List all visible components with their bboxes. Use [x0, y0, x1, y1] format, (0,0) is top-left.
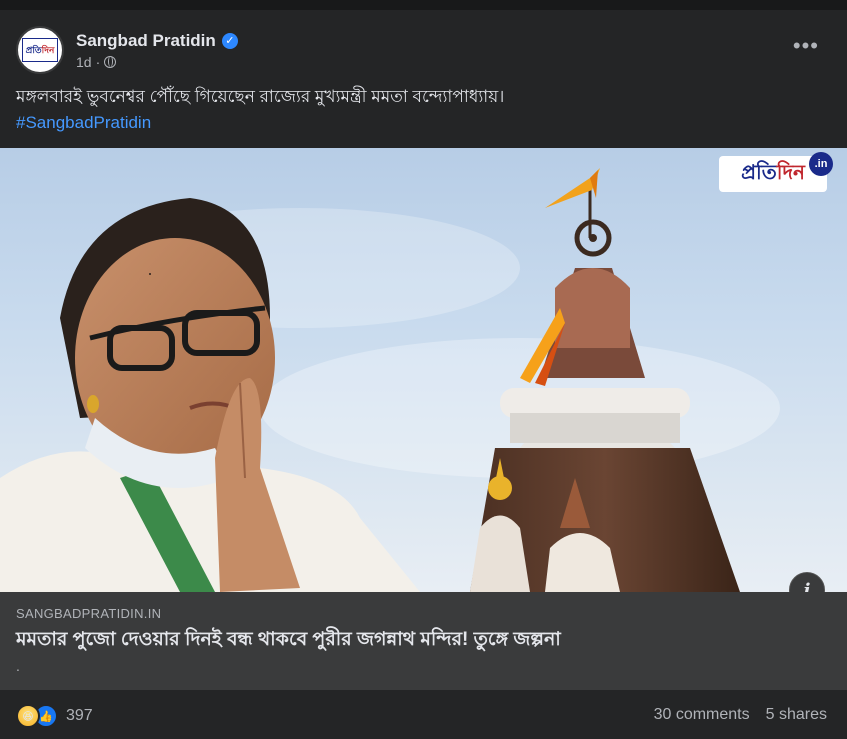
post-timestamp[interactable]: 1d: [76, 54, 92, 70]
post-header: প্রতি দিন Sangbad Pratidin ✓ 1d ·: [16, 26, 238, 74]
post-stats-bar: 😆 👍 397 30 comments 5 shares: [0, 690, 847, 739]
feed-top-strip: [0, 0, 847, 10]
page-avatar[interactable]: প্রতি দিন: [16, 26, 64, 74]
link-preview-image[interactable]: প্রতি দিন .in i: [0, 148, 847, 592]
page-name-link[interactable]: Sangbad Pratidin: [76, 31, 216, 51]
preview-illustration: [0, 168, 780, 592]
globe-icon: [104, 55, 117, 68]
avatar-logo: প্রতি দিন: [22, 38, 58, 62]
post-card: প্রতি দিন Sangbad Pratidin ✓ 1d · ••• মঙ্…: [0, 0, 847, 739]
more-options-button[interactable]: •••: [793, 35, 819, 57]
name-row: Sangbad Pratidin ✓: [76, 31, 238, 51]
watermark-suffix: .in: [809, 152, 833, 176]
caption-text: মঙ্গলবারই ভুবনেশ্বর পৌঁছে গিয়েছেন রাজ্য…: [16, 87, 505, 106]
reactions-summary[interactable]: 😆 👍 397: [16, 704, 93, 728]
engagement-counts: 30 comments 5 shares: [654, 706, 827, 724]
publisher-watermark: প্রতি দিন .in: [719, 152, 833, 192]
verified-badge-icon: ✓: [221, 32, 238, 49]
separator-dot: ·: [95, 53, 101, 70]
hashtag-link[interactable]: #SangbadPratidin: [16, 110, 504, 136]
avatar-logo-text-b: দিন: [41, 44, 55, 55]
link-title[interactable]: মমতার পুজো দেওয়ার দিনই বন্ধ থাকবে পুরীর…: [16, 626, 561, 654]
avatar-logo-text-a: প্রতি: [25, 44, 42, 55]
time-row: 1d ·: [76, 54, 238, 70]
post-meta: Sangbad Pratidin ✓ 1d ·: [76, 31, 238, 70]
reaction-count: 397: [66, 707, 93, 724]
link-description: .: [16, 658, 20, 674]
shares-count-link[interactable]: 5 shares: [766, 706, 827, 724]
link-preview-box[interactable]: SANGBADPRATIDIN.IN মমতার পুজো দেওয়ার দি…: [0, 592, 847, 690]
comments-count-link[interactable]: 30 comments: [654, 706, 750, 724]
watermark-text-b: দিন: [776, 161, 805, 184]
link-domain: SANGBADPRATIDIN.IN: [16, 606, 162, 621]
post-caption: মঙ্গলবারই ভুবনেশ্বর পৌঁছে গিয়েছেন রাজ্য…: [16, 84, 504, 136]
watermark-text-a: প্রতি: [741, 161, 777, 184]
haha-icon: 😆: [16, 704, 40, 728]
